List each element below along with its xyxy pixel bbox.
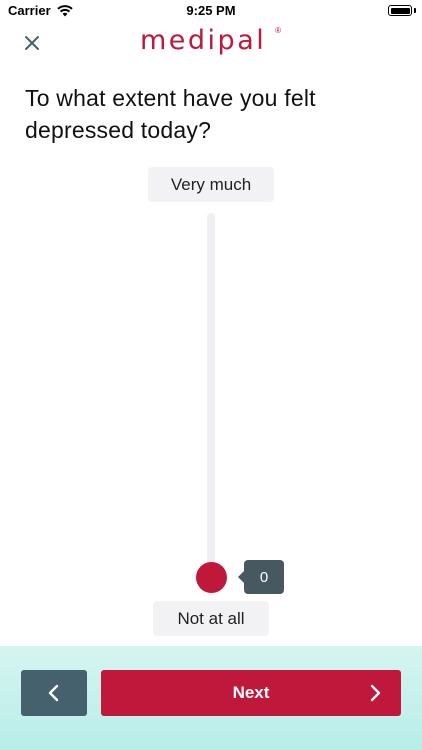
slider-track[interactable]	[207, 213, 215, 579]
close-icon	[25, 36, 39, 50]
status-time: 9:25 PM	[186, 3, 236, 18]
chevron-left-icon	[48, 684, 59, 702]
scale-bottom-label[interactable]: Not at all	[153, 601, 269, 636]
battery-icon	[388, 5, 412, 16]
status-bar: Carrier 9:25 PM	[0, 0, 422, 22]
close-button[interactable]	[20, 31, 44, 55]
logo-text: medipal	[140, 25, 267, 56]
slider-thumb[interactable]	[196, 561, 227, 593]
next-button-label: Next	[232, 683, 270, 702]
medipal-logo: medipal ®	[140, 24, 285, 58]
chevron-right-icon	[370, 684, 381, 702]
next-button[interactable]: Next	[101, 670, 401, 716]
registered-mark: ®	[275, 26, 281, 35]
back-button[interactable]	[21, 670, 87, 716]
battery-level	[390, 7, 410, 14]
question-text: To what extent have you felt depressed t…	[25, 85, 316, 143]
value-bubble: 0	[244, 560, 284, 594]
battery-tip	[414, 8, 416, 13]
scale-top-label[interactable]: Very much	[148, 167, 274, 202]
